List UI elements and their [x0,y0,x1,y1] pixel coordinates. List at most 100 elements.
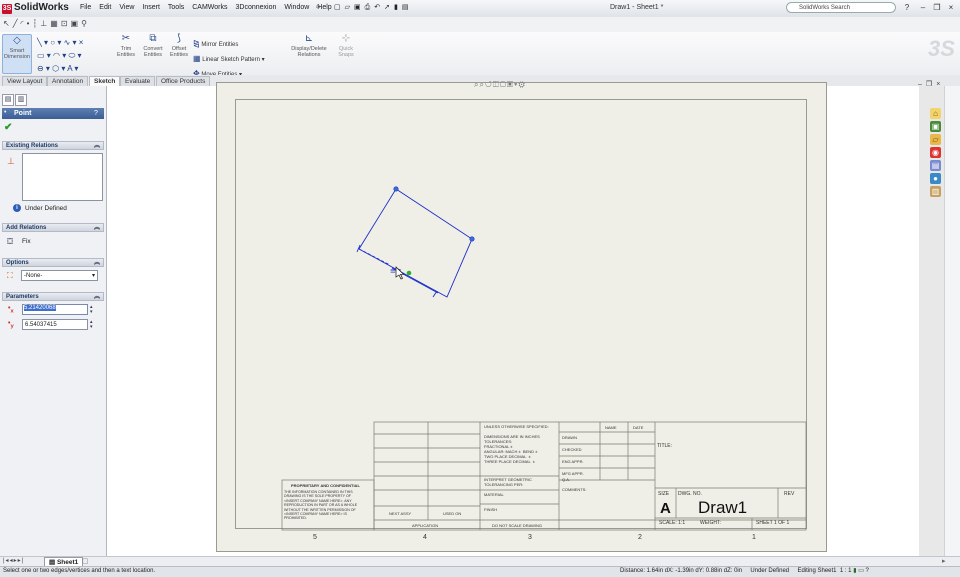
viewport-minimize-icon[interactable]: – [918,81,926,88]
quick-snaps-button[interactable]: ⊹ Quick Snaps [335,33,357,58]
scroll-right-icon[interactable]: ▸ [942,557,946,565]
fix-icon[interactable]: ⛋ [7,237,13,247]
add-relations-header[interactable]: Add Relations ︽ [2,223,104,232]
convert-entities-button[interactable]: ⧉ Convert Entities [140,33,166,58]
resources-icon[interactable]: ▣ [930,121,941,132]
last-sheet-icon[interactable]: ▸| [18,558,25,564]
mirror-entities-button[interactable]: ⧎ Mirror Entities [193,37,265,52]
mfg-appr-label: MFG APPR. [562,471,584,476]
tab-sketch[interactable]: Sketch [89,76,121,86]
new-icon[interactable]: ▢ [334,4,345,11]
menu-insert[interactable]: Insert [142,4,160,11]
sketch-geometry[interactable]: ≡≡ [340,180,490,305]
menu-file[interactable]: File [80,4,91,11]
line-tool-icon[interactable]: ╲ [37,38,42,47]
display-style-icon[interactable]: ▣ [507,80,514,89]
rectangle-tool-icon[interactable]: ▭ [37,51,45,60]
tab-annotation[interactable]: Annotation [47,76,89,86]
help-status-icon[interactable]: ? [866,568,869,574]
rebuild-small-icon[interactable]: ▣ [71,19,82,28]
ellipse-tool-icon[interactable]: ⬭ [68,51,75,60]
spline-tool-icon[interactable]: ∿ [64,38,71,47]
select-icon[interactable]: ➚ [384,4,394,11]
quick-access-toolbar[interactable]: ▢▱▣⎙↶➚▮▤ [334,3,412,12]
options-icon[interactable]: ▤ [402,4,413,11]
save-icon[interactable]: ▣ [354,4,365,11]
solidworks-logo[interactable]: 3S SolidWorks [2,2,69,14]
file-explorer-icon[interactable]: ◉ [930,147,941,158]
view-palette-icon[interactable]: ▤ [930,160,941,171]
design-library-icon[interactable]: ▱ [930,134,941,145]
smart-dimension-button[interactable]: ◇ Smart Dimension [2,34,32,74]
linear-sketch-pattern-label: Linear Sketch Pattern [202,57,260,63]
menu-view[interactable]: View [119,4,134,11]
section-view-icon[interactable]: ◫ [493,80,500,89]
grid-icon[interactable]: ▦ [50,19,61,28]
previous-view-icon[interactable]: ↺ [485,80,493,89]
undo-icon[interactable]: ↶ [374,4,384,11]
options-header[interactable]: Options ︽ [2,258,104,267]
point-tool-icon[interactable]: × [79,38,84,47]
circle-tool-icon[interactable]: ○ [50,38,55,47]
fix-small-icon[interactable]: ⚲ [81,19,90,28]
open-icon[interactable]: ▱ [345,4,354,11]
y-spinner[interactable]: ▴ ▾ [90,320,93,330]
menu-camworks[interactable]: CAMWorks [192,4,227,11]
trim-entities-button[interactable]: ✂ Trim Entities [115,33,137,58]
dimension-line[interactable] [358,248,391,266]
slot-tool-icon[interactable]: ⊖ [37,64,44,73]
help-icon[interactable]: ? [902,3,912,12]
property-manager-tab-icon[interactable]: ▥ [15,94,27,106]
pointer-icon[interactable]: ↖ [3,19,13,28]
x-coordinate-input[interactable]: 5.21420068 [22,304,88,315]
pin-icon[interactable]: ⌂ [316,3,320,10]
parameters-header[interactable]: Parameters ︽ [2,292,104,301]
x-spinner[interactable]: ▴ ▾ [90,305,93,315]
view-settings-icon[interactable]: ⚙ [518,80,525,89]
minimize-button[interactable]: – [918,3,928,12]
rebuild-status-icon[interactable]: ▮ [853,568,856,574]
existing-relations-list[interactable] [22,153,103,201]
ok-check-icon[interactable]: ✔ [4,122,12,133]
ds-watermark-logo: 3S [928,36,955,61]
search-input[interactable]: SolidWorks Search [786,2,896,13]
offset-entities-button[interactable]: ⟆ Offset Entities [168,33,190,58]
help-button[interactable]: ? [94,108,98,119]
tab-office-products[interactable]: Office Products [156,76,211,86]
status-options-icon[interactable]: ▭ [858,568,864,574]
rebuild-icon[interactable]: ▮ [394,4,402,11]
sheet-scale-readout[interactable]: 1 : 1 [840,568,852,574]
relations-icon[interactable]: ⊡ [61,19,71,28]
menu-tools[interactable]: Tools [168,4,184,11]
tab-view-layout[interactable]: View Layout [2,76,48,86]
feature-tree-tab-icon[interactable]: ▤ [2,94,14,106]
tab-evaluate[interactable]: Evaluate [120,76,156,86]
dimension-icon[interactable]: ⊥ [40,19,50,28]
view-orientation-icon[interactable]: ▢ [500,80,507,89]
vertex-point[interactable] [469,236,475,242]
restore-button[interactable]: ❐ [932,3,942,12]
vertex-point[interactable] [393,186,399,192]
menu-edit[interactable]: Edit [99,4,111,11]
existing-relations-header[interactable]: Existing Relations ︽ [2,141,104,150]
add-sheet-icon[interactable]: ▢ [82,557,89,565]
menu-3dconnexion[interactable]: 3Dconnexion [236,4,277,11]
close-button[interactable]: × [946,3,956,12]
fix-relation-button[interactable]: Fix [22,238,31,245]
menu-window[interactable]: Window [284,4,309,11]
polygon-tool-icon[interactable]: ⬡ [52,64,59,73]
text-tool-icon[interactable]: A [67,64,72,73]
print-icon[interactable]: ⎙ [365,4,375,11]
used-on-label: USED ON [443,511,462,516]
options-select[interactable]: -None- ▾ [21,270,98,281]
appearances-icon[interactable]: ● [930,173,941,184]
viewport-restore-icon[interactable]: ❐ [926,81,936,88]
line-icon[interactable]: ╱ [13,19,21,28]
display-delete-relations-button[interactable]: ⊾ Display/Delete Relations [288,33,330,58]
arc-tool-icon[interactable]: ◠ [53,51,60,60]
linear-sketch-pattern-button[interactable]: ▦ Linear Sketch Pattern ▾ [193,52,265,67]
home-icon[interactable]: ⌂ [930,108,941,119]
y-coordinate-input[interactable]: 6.54037415 [22,319,88,330]
first-sheet-icon[interactable]: |◂ [3,558,10,564]
custom-properties-icon[interactable]: ▥ [930,186,941,197]
